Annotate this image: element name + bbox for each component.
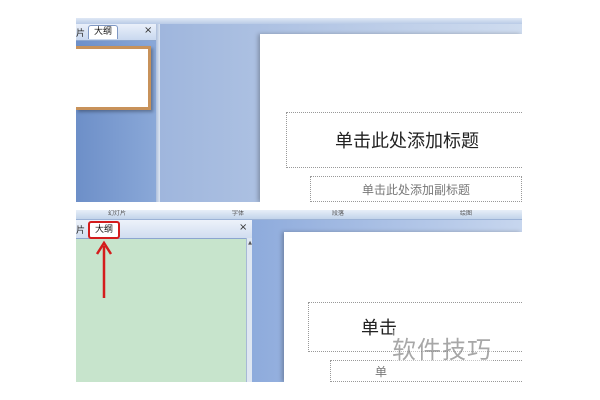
slide-thumbnail[interactable] [76, 46, 151, 110]
pane-tab-bar: 片 大纲 × [76, 220, 252, 239]
bottom-screenshot: 幻灯片 字体 段落 绘图 片 大纲 × ▲ 单击 单 软件技巧 [76, 210, 522, 382]
close-icon[interactable]: × [239, 222, 247, 233]
slide-canvas: 单击此处添加标题 单击此处添加副标题 [260, 34, 522, 202]
tab-slides[interactable]: 片 [76, 26, 85, 39]
pane-tab-bar: 片 大纲 × [76, 24, 156, 41]
tab-outline-highlighted[interactable]: 大纲 [88, 221, 121, 239]
red-arrow-icon [95, 240, 113, 298]
subtitle-placeholder[interactable]: 单击此处添加副标题 [310, 176, 522, 202]
close-icon[interactable]: × [144, 25, 152, 36]
tab-slides[interactable]: 片 [76, 223, 85, 236]
ribbon-label-paragraph: 段落 [332, 210, 345, 217]
ribbon-label-font: 字体 [232, 210, 245, 217]
tab-outline[interactable]: 大纲 [88, 25, 119, 39]
ribbon-label-drawing: 绘图 [460, 210, 473, 217]
top-screenshot: 片 大纲 × 单击此处添加标题 单击此处添加副标题 [76, 18, 522, 202]
ribbon-label-slides: 幻灯片 [108, 210, 127, 217]
ribbon-group-labels: 幻灯片 字体 段落 绘图 [76, 210, 522, 220]
title-placeholder[interactable]: 单击此处添加标题 [286, 112, 522, 168]
watermark: 软件技巧 [392, 330, 492, 365]
